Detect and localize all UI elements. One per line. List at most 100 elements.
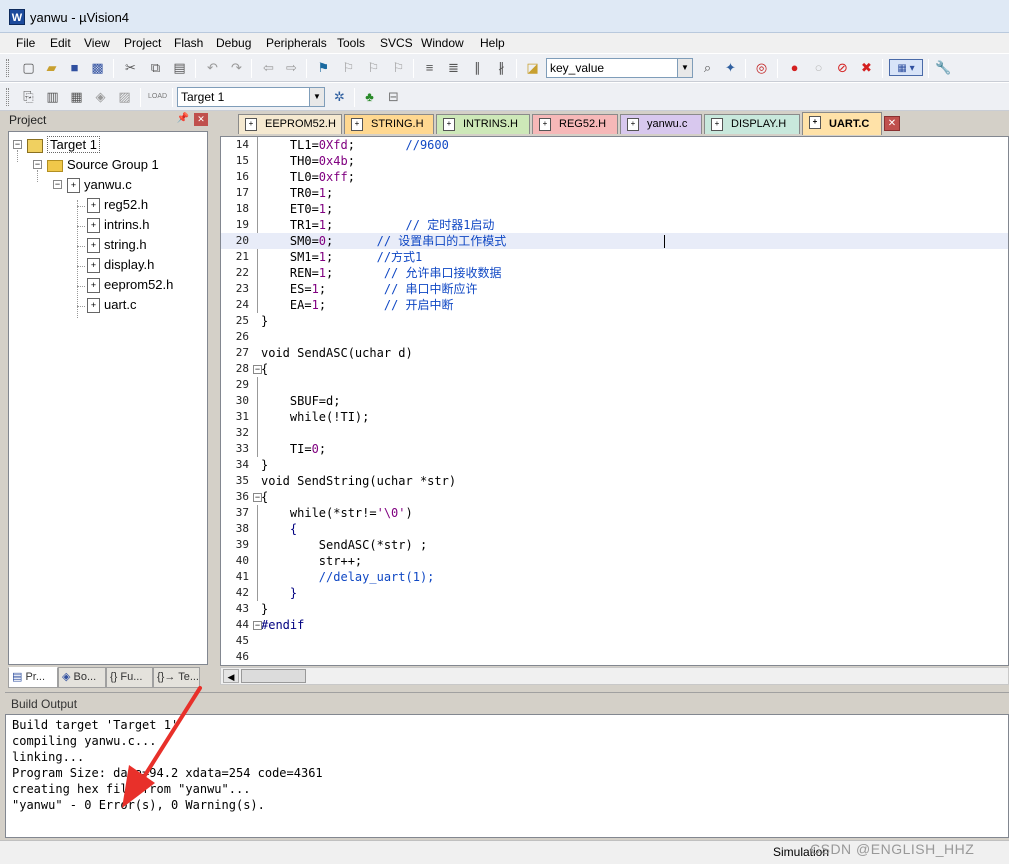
- collapse-group-icon[interactable]: −: [33, 160, 42, 169]
- menu-window[interactable]: Window: [421, 36, 464, 50]
- save-icon[interactable]: ■: [66, 59, 83, 76]
- document-icon: +: [809, 116, 821, 129]
- code-line: 15 TH0=0x4b;: [235, 154, 355, 168]
- fold-icon[interactable]: −: [253, 365, 262, 374]
- document-icon: +: [539, 118, 551, 131]
- target-options-icon[interactable]: ✲: [331, 88, 348, 105]
- next-bookmark-icon[interactable]: ⚐: [365, 59, 382, 76]
- tab-functions[interactable]: {} Fu...: [106, 667, 153, 688]
- find-combo[interactable]: key_value ▼: [546, 58, 693, 78]
- code-line: 18 ET0=1;: [235, 202, 334, 216]
- tab-uart-c[interactable]: + UART.C: [802, 112, 882, 135]
- translate-icon[interactable]: ⎘: [20, 88, 37, 105]
- disable-breakpoints-icon[interactable]: ⊘: [834, 59, 851, 76]
- debug-session-icon[interactable]: ◎: [753, 59, 770, 76]
- scroll-left-icon[interactable]: ◀: [223, 669, 239, 683]
- open-folder-icon[interactable]: ▰: [43, 59, 60, 76]
- prev-bookmark-icon[interactable]: ⚐: [340, 59, 357, 76]
- uncomment-icon[interactable]: ∦: [493, 59, 510, 76]
- insert-breakpoint-icon[interactable]: ●: [786, 59, 803, 76]
- target-combo[interactable]: Target 1 ▼: [177, 87, 325, 107]
- incremental-find-icon[interactable]: ✦: [722, 59, 739, 76]
- menu-tools[interactable]: Tools: [337, 36, 365, 50]
- code-line: 39 SendASC(*str) ;: [235, 538, 428, 552]
- menu-svcs[interactable]: SVCS: [380, 36, 413, 50]
- window-layout-icon[interactable]: ▦ ▾: [889, 59, 923, 76]
- save-all-icon[interactable]: ▩: [89, 59, 106, 76]
- menu-edit[interactable]: Edit: [50, 36, 71, 50]
- fold-icon[interactable]: −: [253, 493, 262, 502]
- tab-eeprom52-h[interactable]: + EEPROM52.H: [238, 114, 342, 134]
- menu-peripherals[interactable]: Peripherals: [266, 36, 327, 50]
- batch-build-icon[interactable]: ◈: [92, 88, 109, 105]
- tree-item-source-group[interactable]: Source Group 1: [47, 156, 159, 174]
- menu-view[interactable]: View: [84, 36, 110, 50]
- tab-reg52-h[interactable]: + REG52.H: [532, 114, 618, 134]
- tree-item-file[interactable]: + display.h: [87, 256, 154, 274]
- find-in-files-icon[interactable]: ◪: [524, 59, 541, 76]
- close-tab-icon[interactable]: ✕: [884, 116, 900, 131]
- build-icon[interactable]: ▥: [44, 88, 61, 105]
- indent-icon[interactable]: ≡: [421, 59, 438, 76]
- build-output-text[interactable]: Build target 'Target 1' compiling yanwu.…: [5, 714, 1009, 838]
- select-packs-icon[interactable]: ⊟: [385, 88, 402, 105]
- document-icon: +: [711, 118, 723, 131]
- tab-templates[interactable]: {}→ Te...: [153, 667, 200, 688]
- header-file-icon: +: [87, 258, 100, 274]
- scroll-thumb[interactable]: [241, 669, 306, 683]
- tab-display-h[interactable]: + DISPLAY.H: [704, 114, 800, 134]
- pin-icon[interactable]: 📌: [177, 113, 189, 124]
- toolbar-grip[interactable]: [6, 88, 9, 106]
- code-line: 42 }: [235, 586, 298, 600]
- collapse-file-icon[interactable]: −: [53, 180, 62, 189]
- undo-icon[interactable]: ↶: [204, 59, 221, 76]
- toolbar-grip[interactable]: [6, 59, 9, 77]
- menu-project[interactable]: Project: [124, 36, 161, 50]
- menu-flash[interactable]: Flash: [174, 36, 203, 50]
- tree-item-main-file[interactable]: + yanwu.c: [67, 176, 132, 194]
- kill-breakpoints-icon[interactable]: ✖: [858, 59, 875, 76]
- paste-icon[interactable]: ▤: [171, 59, 188, 76]
- code-line: 27 void SendASC(uchar d): [235, 346, 413, 360]
- tab-intrins-h[interactable]: + INTRINS.H: [436, 114, 530, 134]
- nav-back-icon[interactable]: ⇦: [260, 59, 277, 76]
- redo-icon[interactable]: ↷: [228, 59, 245, 76]
- download-icon[interactable]: LOAD: [148, 88, 167, 105]
- menu-help[interactable]: Help: [480, 36, 505, 50]
- nav-forward-icon[interactable]: ⇨: [283, 59, 300, 76]
- tree-item-target[interactable]: Target 1: [27, 136, 100, 154]
- tab-string-h[interactable]: + STRING.H: [344, 114, 434, 134]
- bookmark-icon[interactable]: ⚑: [315, 59, 332, 76]
- tab-yanwu-c[interactable]: + yanwu.c: [620, 114, 702, 134]
- fold-icon[interactable]: −: [253, 621, 262, 630]
- new-file-icon[interactable]: ▢: [20, 59, 37, 76]
- tree-item-file[interactable]: + reg52.h: [87, 196, 148, 214]
- chevron-down-icon[interactable]: ▼: [309, 88, 324, 106]
- unindent-icon[interactable]: ≣: [445, 59, 462, 76]
- copy-icon[interactable]: ⧉: [147, 59, 164, 76]
- find-icon[interactable]: ⌕: [699, 59, 716, 76]
- configure-tools-icon[interactable]: 🔧: [935, 59, 952, 76]
- menu-file[interactable]: File: [16, 36, 35, 50]
- manage-components-icon[interactable]: ♣: [361, 88, 378, 105]
- uvision-app-icon[interactable]: W: [9, 9, 25, 25]
- horizontal-scrollbar[interactable]: ◀: [220, 667, 1009, 685]
- tree-item-file[interactable]: + string.h: [87, 236, 147, 254]
- tree-item-file[interactable]: + intrins.h: [87, 216, 150, 234]
- close-icon[interactable]: ✕: [194, 113, 208, 126]
- code-area[interactable]: 14 TL1=0Xfd; //9600 15 TH0=0x4b; 16 TL0=…: [220, 136, 1009, 666]
- collapse-target-icon[interactable]: −: [13, 140, 22, 149]
- tab-books[interactable]: ◈ Bo...: [58, 667, 106, 688]
- tab-project[interactable]: ▤ Pr...: [8, 667, 58, 688]
- enable-breakpoint-icon[interactable]: ○: [810, 59, 827, 76]
- menu-debug[interactable]: Debug: [216, 36, 251, 50]
- cut-icon[interactable]: ✂: [122, 59, 139, 76]
- tree-item-file[interactable]: + eeprom52.h: [87, 276, 173, 294]
- stop-build-icon[interactable]: ▨: [116, 88, 133, 105]
- tree-item-file[interactable]: + uart.c: [87, 296, 137, 314]
- clear-bookmarks-icon[interactable]: ⚐: [390, 59, 407, 76]
- chevron-down-icon[interactable]: ▼: [677, 59, 692, 77]
- tab-label: REG52.H: [559, 118, 607, 130]
- rebuild-icon[interactable]: ▦: [68, 88, 85, 105]
- comment-icon[interactable]: ∥: [469, 59, 486, 76]
